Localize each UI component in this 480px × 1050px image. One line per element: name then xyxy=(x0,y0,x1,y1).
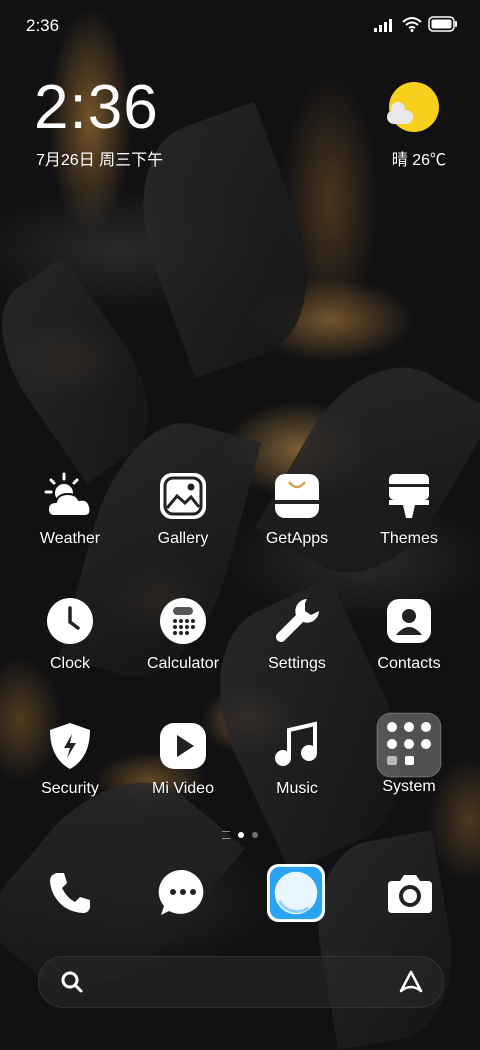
wallpaper-leaf xyxy=(113,101,337,379)
security-icon xyxy=(44,720,96,772)
page-indicator[interactable] xyxy=(200,830,280,840)
signal-icon xyxy=(374,17,396,37)
calculator-icon xyxy=(157,595,209,647)
phone-icon[interactable] xyxy=(40,862,100,924)
app-calculator[interactable]: Calculator xyxy=(128,595,238,673)
sun-cloud-icon xyxy=(387,82,439,132)
weather-icon xyxy=(44,470,96,522)
contacts-icon xyxy=(383,595,435,647)
page-indicator-menu xyxy=(222,831,230,839)
messages-icon[interactable] xyxy=(153,862,213,924)
clock-widget-time[interactable]: 2:36 xyxy=(34,72,159,143)
camera-icon[interactable] xyxy=(380,862,440,924)
wifi-icon xyxy=(402,16,422,37)
app-system-folder[interactable]: System xyxy=(354,712,464,796)
app-label: System xyxy=(382,778,436,795)
page-dot xyxy=(252,832,258,838)
app-label: Calculator xyxy=(146,655,220,672)
page-dot-current xyxy=(238,832,244,838)
music-icon xyxy=(271,720,323,772)
app-label: Settings xyxy=(268,655,326,672)
app-label: GetApps xyxy=(265,530,329,547)
app-label: Themes xyxy=(380,530,438,547)
gallery-icon xyxy=(157,470,209,522)
app-settings[interactable]: Settings xyxy=(242,595,352,673)
dock xyxy=(0,862,480,932)
app-label: Clock xyxy=(49,655,90,672)
weather-temperature: 晴 26℃ xyxy=(391,152,446,169)
app-label: Security xyxy=(41,780,99,797)
app-security[interactable]: Security xyxy=(15,720,125,798)
settings-icon xyxy=(271,595,323,647)
assistant-icon[interactable] xyxy=(397,969,425,1000)
getapps-icon xyxy=(271,470,323,522)
weather-widget[interactable]: 晴 26℃ xyxy=(384,82,446,169)
search-bar[interactable] xyxy=(38,956,444,1008)
battery-icon xyxy=(428,16,458,37)
app-music[interactable]: Music xyxy=(242,720,352,798)
app-label: Gallery xyxy=(157,530,209,547)
app-contacts[interactable]: Contacts xyxy=(354,595,464,673)
app-clock[interactable]: Clock xyxy=(15,595,125,673)
clock-icon xyxy=(44,595,96,647)
app-weather[interactable]: Weather xyxy=(15,470,125,548)
app-mi-video[interactable]: Mi Video xyxy=(128,720,238,798)
system-folder-icon xyxy=(376,712,442,778)
app-themes[interactable]: Themes xyxy=(354,470,464,548)
app-gallery[interactable]: Gallery xyxy=(128,470,238,548)
search-icon xyxy=(59,969,85,1000)
app-getapps[interactable]: GetApps xyxy=(242,470,352,548)
browser-icon[interactable] xyxy=(266,862,326,924)
app-label: Mi Video xyxy=(152,780,214,797)
mi-video-icon xyxy=(157,720,209,772)
app-label: Music xyxy=(276,780,318,797)
themes-icon xyxy=(383,470,435,522)
app-label: Contacts xyxy=(377,655,441,672)
clock-widget-date: 7月26日 周三下午 xyxy=(36,152,164,169)
status-time: 2:36 xyxy=(26,16,60,35)
status-bar: 2:36 xyxy=(26,12,458,38)
app-label: Weather xyxy=(39,530,101,547)
